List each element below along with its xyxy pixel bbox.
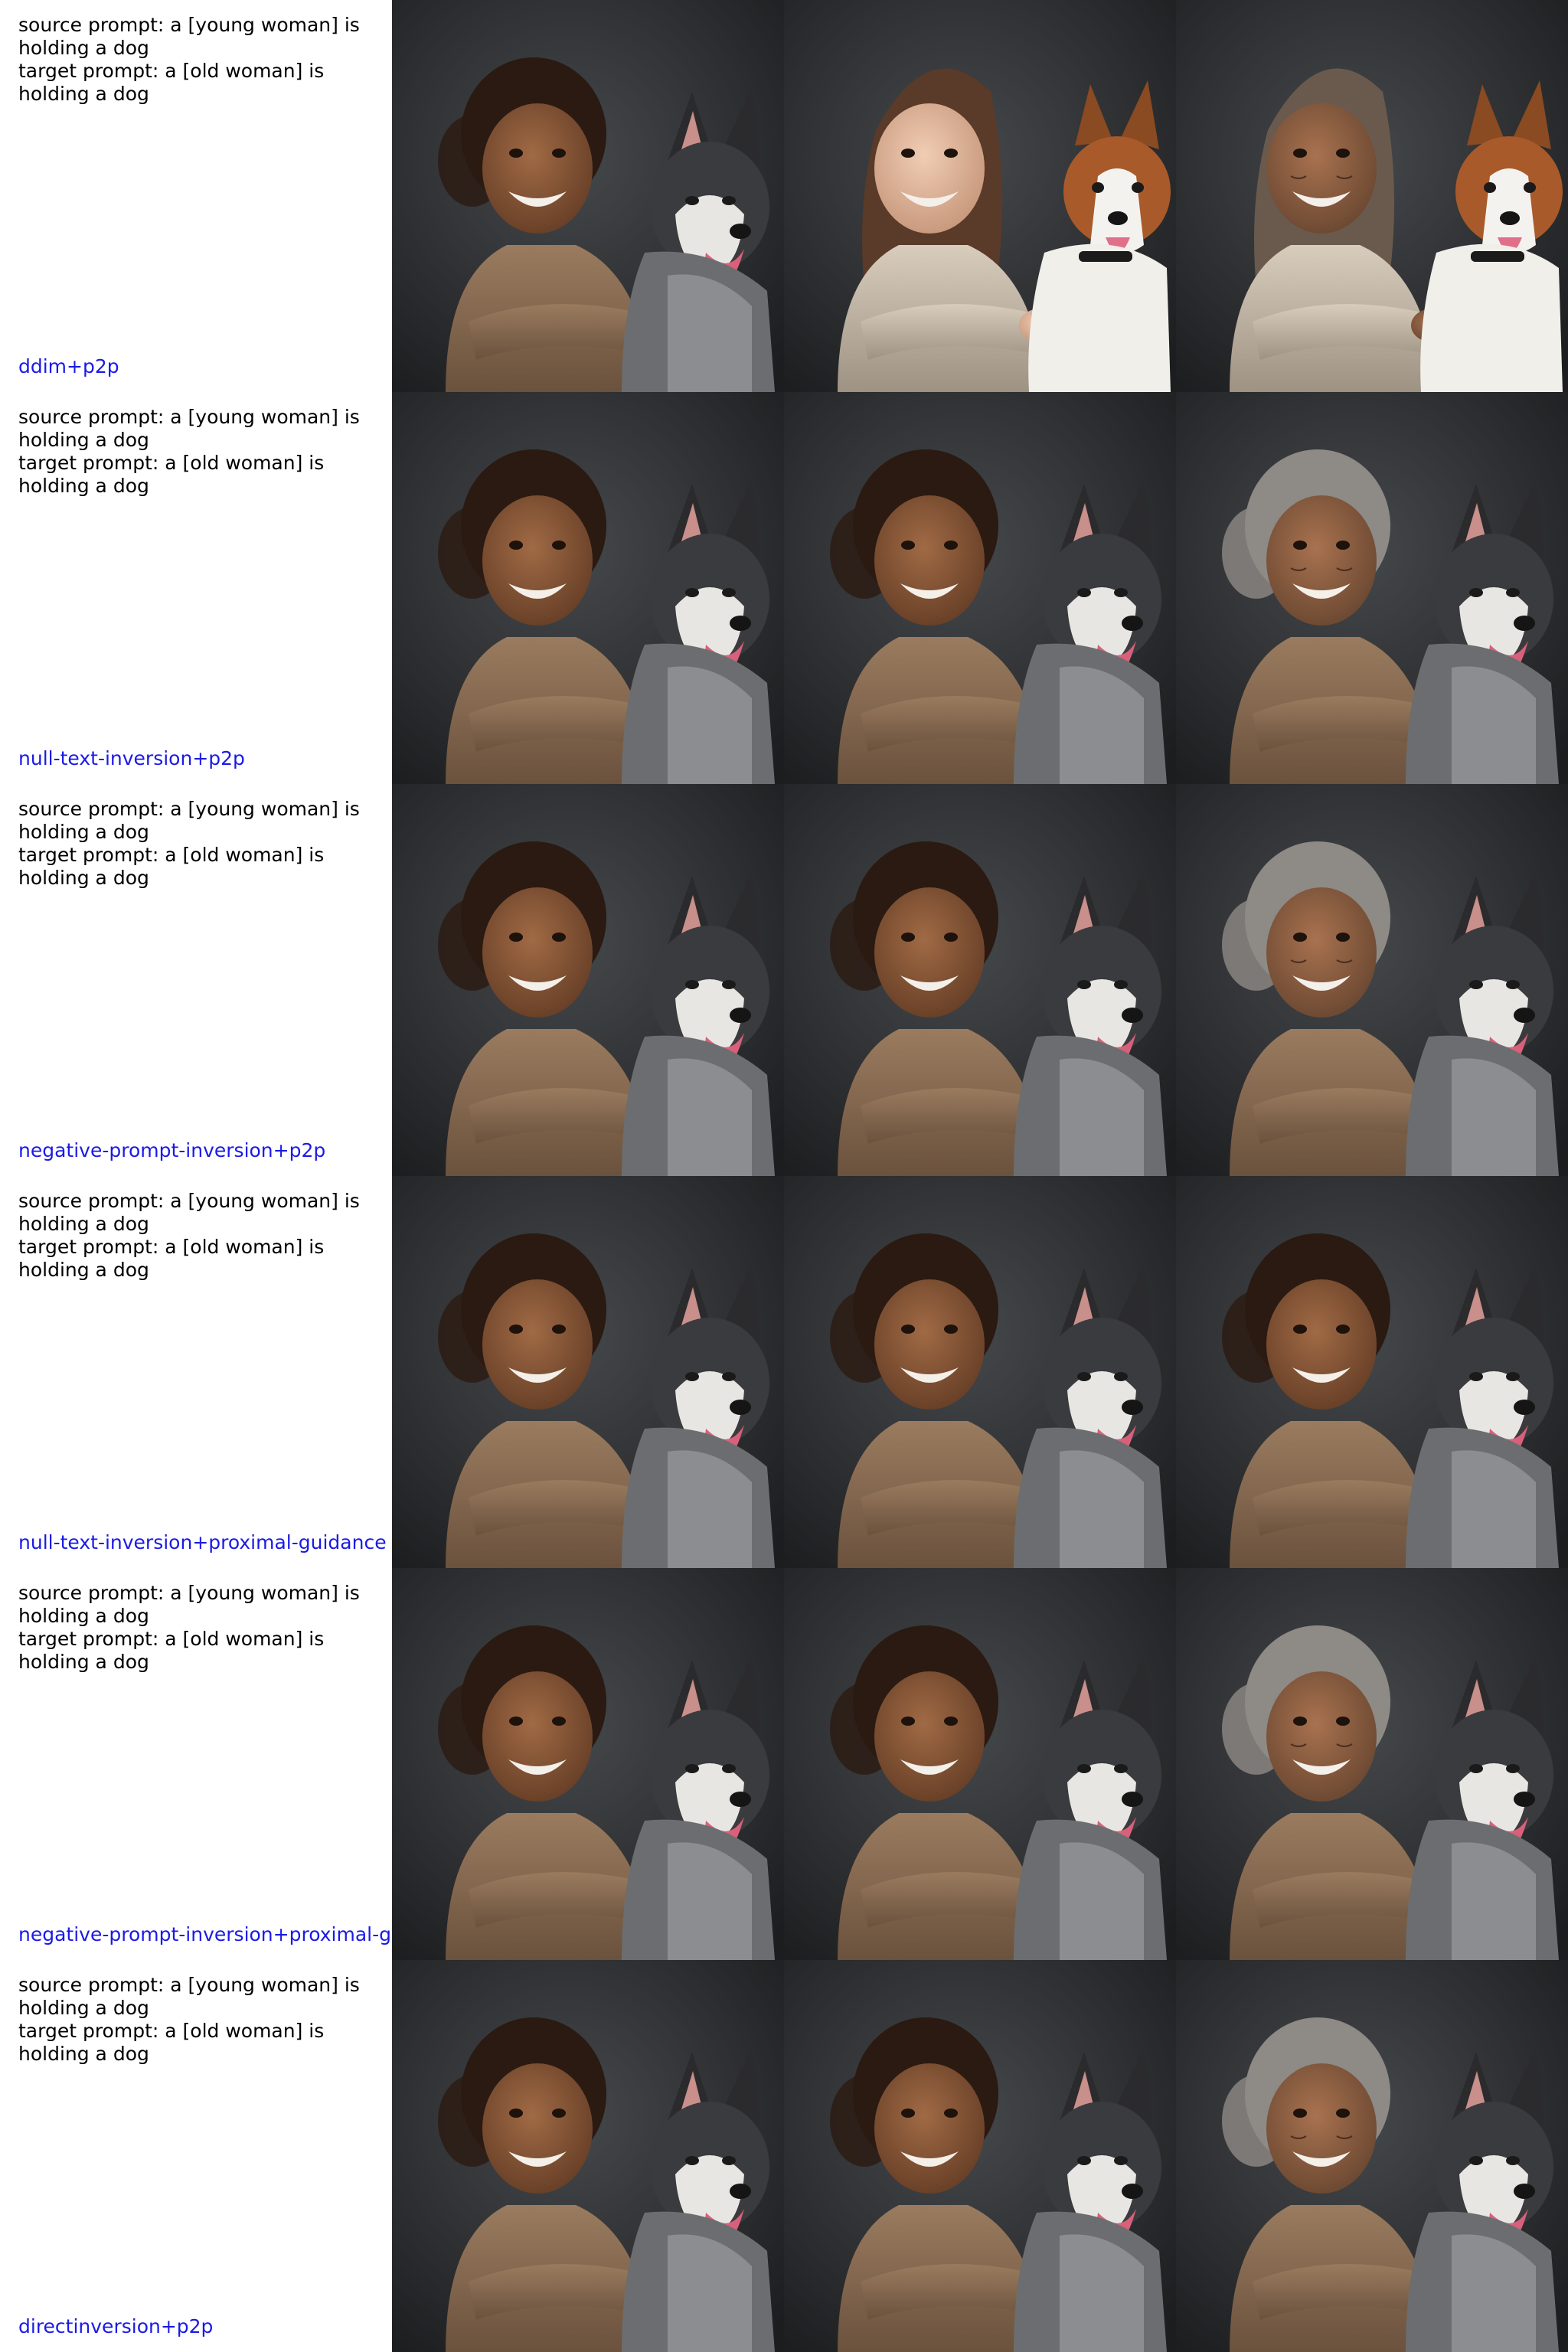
old-woman-with-dog-photo [1176, 0, 1568, 392]
prompt-text: source prompt: a [young woman] is holdin… [18, 798, 378, 890]
label-panel: source prompt: a [young woman] is holdin… [0, 1568, 392, 1960]
old-woman-with-husky-photo [1176, 1568, 1568, 1960]
method-label: negative-prompt-inversion+p2p [18, 1139, 326, 1161]
target-prompt: target prompt: a [old woman] is holding … [18, 2020, 331, 2065]
girl-with-husky-photo [392, 1960, 784, 2352]
target-prompt: target prompt: a [old woman] is holding … [18, 1236, 331, 1281]
young-woman-with-dog-photo [784, 0, 1176, 392]
method-label: ddim+p2p [18, 355, 119, 377]
method-label: directinversion+p2p [18, 2315, 214, 2337]
label-panel: source prompt: a [young woman] is holdin… [0, 1960, 392, 2352]
label-panel: source prompt: a [young woman] is holdin… [0, 0, 392, 392]
grid-row-2: source prompt: a [young woman] is holdin… [0, 392, 1568, 784]
girl-with-husky-photo [784, 392, 1176, 784]
prompt-text: source prompt: a [young woman] is holdin… [18, 406, 378, 498]
prompt-text: source prompt: a [young woman] is holdin… [18, 14, 378, 106]
source-prompt: source prompt: a [young woman] is holdin… [18, 1582, 366, 1627]
target-prompt: target prompt: a [old woman] is holding … [18, 60, 331, 105]
grid-row-3: source prompt: a [young woman] is holdin… [0, 784, 1568, 1176]
target-prompt: target prompt: a [old woman] is holding … [18, 844, 331, 889]
label-panel: source prompt: a [young woman] is holdin… [0, 1176, 392, 1568]
girl-with-husky-photo [392, 784, 784, 1176]
source-prompt: source prompt: a [young woman] is holdin… [18, 14, 366, 59]
girl-with-husky-photo [784, 1960, 1176, 2352]
prompt-text: source prompt: a [young woman] is holdin… [18, 1190, 378, 1282]
grid-row-5: source prompt: a [young woman] is holdin… [0, 1568, 1568, 1960]
target-prompt: target prompt: a [old woman] is holding … [18, 452, 331, 497]
old-woman-with-husky-photo [1176, 392, 1568, 784]
prompt-text: source prompt: a [young woman] is holdin… [18, 1582, 378, 1674]
girl-with-husky-photo [784, 784, 1176, 1176]
grid-row-6: source prompt: a [young woman] is holdin… [0, 1960, 1568, 2352]
label-panel: source prompt: a [young woman] is holdin… [0, 392, 392, 784]
method-label: null-text-inversion+p2p [18, 747, 245, 769]
girl-with-husky-photo [784, 1568, 1176, 1960]
comparison-grid: source prompt: a [young woman] is holdin… [0, 0, 1568, 2352]
source-prompt: source prompt: a [young woman] is holdin… [18, 1190, 366, 1235]
method-label: null-text-inversion+proximal-guidance [18, 1531, 387, 1553]
girl-with-husky-photo [392, 1568, 784, 1960]
girl-with-husky-photo [1176, 1176, 1568, 1568]
girl-with-husky-photo [392, 392, 784, 784]
source-prompt: source prompt: a [young woman] is holdin… [18, 1974, 366, 2019]
old-woman-with-husky-photo [1176, 784, 1568, 1176]
label-panel: source prompt: a [young woman] is holdin… [0, 784, 392, 1176]
target-prompt: target prompt: a [old woman] is holding … [18, 1628, 331, 1673]
grid-row-1: source prompt: a [young woman] is holdin… [0, 0, 1568, 392]
prompt-text: source prompt: a [young woman] is holdin… [18, 1974, 378, 2066]
girl-with-husky-photo [784, 1176, 1176, 1568]
source-prompt: source prompt: a [young woman] is holdin… [18, 798, 366, 843]
grid-row-4: source prompt: a [young woman] is holdin… [0, 1176, 1568, 1568]
girl-with-husky-photo [392, 0, 784, 392]
method-label: negative-prompt-inversion+proximal-guida… [18, 1923, 392, 1945]
source-prompt: source prompt: a [young woman] is holdin… [18, 406, 366, 451]
girl-with-husky-photo [392, 1176, 784, 1568]
old-woman-with-husky-photo [1176, 1960, 1568, 2352]
